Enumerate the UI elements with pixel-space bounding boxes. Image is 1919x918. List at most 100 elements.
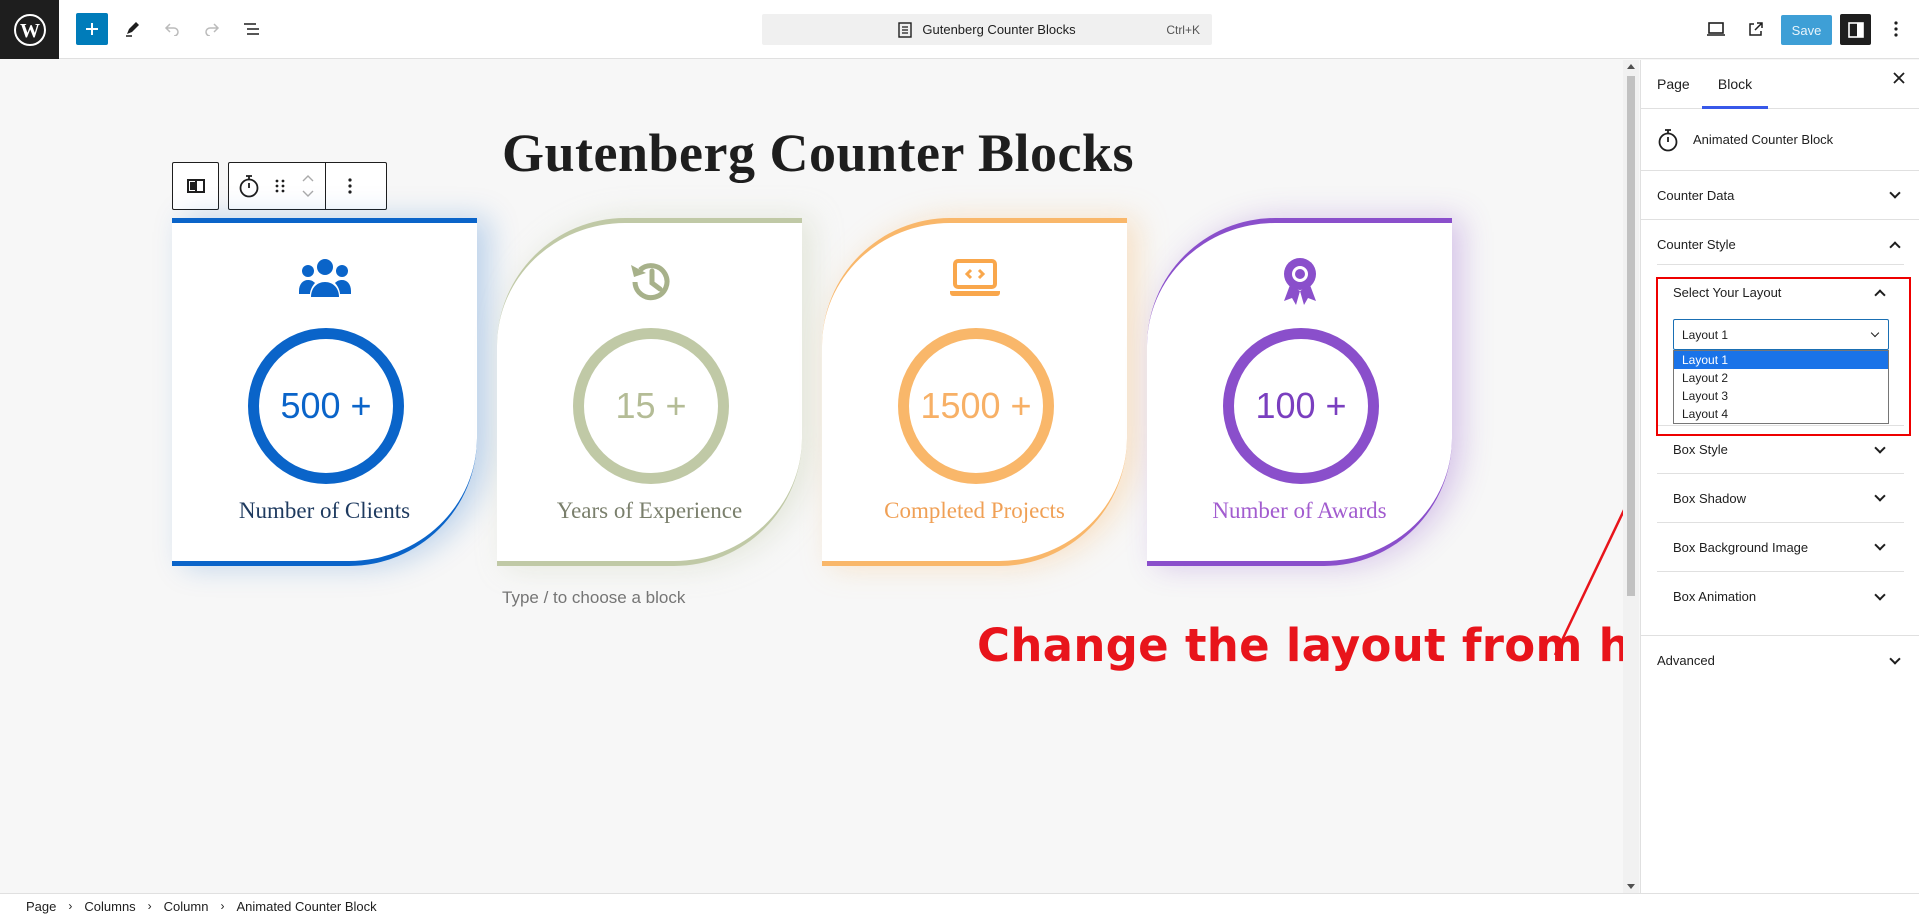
page-title[interactable]: Gutenberg Counter Blocks xyxy=(502,122,1134,184)
undo-icon xyxy=(164,23,179,36)
chevron-right-icon: › xyxy=(68,899,73,913)
chevron-down-icon xyxy=(1889,652,1901,665)
canvas-scrollbar[interactable] xyxy=(1623,60,1639,893)
scroll-down-icon[interactable] xyxy=(1627,884,1635,889)
more-vertical-icon xyxy=(348,178,352,194)
panel-box-shadow[interactable]: Box Shadow xyxy=(1657,474,1904,523)
sidebar-icon xyxy=(1847,21,1864,38)
chevron-down-icon xyxy=(1874,441,1886,454)
chevron-up-icon xyxy=(1889,240,1901,253)
counter-card[interactable]: 1500 + Completed Projects xyxy=(822,218,1127,566)
layout-select[interactable]: Layout 1 xyxy=(1673,319,1889,350)
annotation-arrow-icon xyxy=(1553,509,1623,656)
preview-button[interactable] xyxy=(1700,13,1732,45)
document-overview-button[interactable] xyxy=(236,13,268,45)
view-page-button[interactable] xyxy=(1740,13,1772,45)
tools-button[interactable] xyxy=(116,13,148,45)
panel-counter-style[interactable]: Counter Style xyxy=(1641,220,1919,269)
breadcrumb-item[interactable]: Columns xyxy=(84,899,135,914)
settings-toggle-button[interactable] xyxy=(1840,14,1871,45)
move-down-icon[interactable] xyxy=(302,190,314,197)
counter-card[interactable]: 15 + Years of Experience xyxy=(497,218,802,566)
block-mover xyxy=(291,163,325,209)
page-icon xyxy=(898,21,913,38)
block-appender-placeholder[interactable]: Type / to choose a block xyxy=(502,588,685,608)
panel-title: Counter Data xyxy=(1657,187,1735,203)
layout-dropdown: Layout 1 Layout 2 Layout 3 Layout 4 xyxy=(1673,350,1889,424)
layout-select-value: Layout 1 xyxy=(1682,327,1729,342)
list-view-icon xyxy=(244,23,259,35)
counter-value: 100 + xyxy=(1223,328,1379,484)
panel-box-animation[interactable]: Box Animation xyxy=(1657,572,1904,621)
breadcrumb: Page › Columns › Column › Animated Count… xyxy=(0,893,1919,918)
close-icon xyxy=(1893,72,1905,84)
users-icon xyxy=(172,257,477,299)
panel-title: Counter Style xyxy=(1657,237,1736,252)
chevron-down-icon xyxy=(1874,539,1886,551)
chevron-down-icon xyxy=(1870,328,1880,338)
block-card: Animated Counter Block xyxy=(1641,109,1919,171)
layout-option[interactable]: Layout 4 xyxy=(1674,405,1888,423)
history-icon xyxy=(497,257,802,307)
command-shortcut: Ctrl+K xyxy=(1166,22,1200,37)
panel-title: Box Style xyxy=(1673,442,1728,457)
panel-title: Box Background Image xyxy=(1673,539,1809,555)
options-menu-button[interactable] xyxy=(1880,13,1912,45)
chevron-right-icon: › xyxy=(147,899,152,913)
panel-advanced[interactable]: Advanced xyxy=(1641,636,1919,685)
layout-option[interactable]: Layout 2 xyxy=(1674,369,1888,387)
tab-block[interactable]: Block xyxy=(1702,76,1768,92)
document-title: Gutenberg Counter Blocks xyxy=(922,22,1076,37)
redo-icon xyxy=(205,23,220,36)
document-bar[interactable]: Gutenberg Counter Blocks Ctrl+K xyxy=(762,14,1212,45)
wordpress-icon: W xyxy=(13,13,46,46)
redo-button[interactable] xyxy=(196,13,228,45)
breadcrumb-item[interactable]: Column xyxy=(164,899,209,914)
editor-canvas: Gutenberg Counter Blocks 500 + Number of… xyxy=(0,60,1623,893)
counter-label: Years of Experience xyxy=(556,498,743,523)
columns-icon xyxy=(186,179,205,193)
panel-counter-data[interactable]: Counter Data xyxy=(1641,171,1919,220)
breadcrumb-item: Animated Counter Block xyxy=(236,898,377,914)
drag-handle[interactable] xyxy=(269,163,291,209)
scrollbar-thumb[interactable] xyxy=(1627,76,1635,596)
block-parent-selector[interactable] xyxy=(172,162,219,210)
save-button[interactable]: Save xyxy=(1781,15,1832,45)
close-sidebar-button[interactable] xyxy=(1893,72,1905,84)
chevron-down-icon xyxy=(1874,588,1886,601)
layout-option[interactable]: Layout 1 xyxy=(1674,351,1888,369)
counter-label: Number of Awards xyxy=(1212,498,1387,523)
block-type-button[interactable] xyxy=(229,163,269,209)
counter-value: 15 + xyxy=(573,328,729,484)
laptop-code-icon xyxy=(822,257,1127,297)
drag-handle-icon xyxy=(275,179,285,193)
stopwatch-icon xyxy=(1658,128,1678,151)
block-options-button[interactable] xyxy=(326,163,374,209)
desktop-icon xyxy=(1707,22,1725,36)
tab-page[interactable]: Page xyxy=(1657,76,1690,92)
counter-value: 500 + xyxy=(248,328,404,484)
wordpress-logo-button[interactable]: W xyxy=(0,0,59,59)
breadcrumb-item[interactable]: Page xyxy=(26,899,56,914)
settings-sidebar: Page Block Animated Counter Block Counte… xyxy=(1640,60,1919,893)
panel-box-background-image[interactable]: Box Background Image xyxy=(1657,523,1904,572)
layout-option[interactable]: Layout 3 xyxy=(1674,387,1888,405)
panel-title: Advanced xyxy=(1657,653,1715,668)
add-block-button[interactable] xyxy=(76,13,108,45)
counter-card[interactable]: 100 + Number of Awards xyxy=(1147,218,1452,566)
undo-button[interactable] xyxy=(156,13,188,45)
move-up-icon[interactable] xyxy=(302,175,314,182)
sidebar-tabs: Page Block xyxy=(1641,60,1919,109)
top-toolbar: W Gutenberg Counter Blocks Ctrl+K Save xyxy=(0,0,1919,59)
chevron-down-icon xyxy=(1889,187,1901,199)
counter-value: 1500 + xyxy=(898,328,1054,484)
chevron-down-icon xyxy=(1874,490,1886,502)
counter-card[interactable]: 500 + Number of Clients xyxy=(172,218,477,566)
counter-label: Completed Projects xyxy=(884,498,1065,523)
stopwatch-icon xyxy=(239,175,259,198)
annotation-text: Change the layout from here xyxy=(977,619,1623,672)
chevron-right-icon: › xyxy=(220,899,225,913)
block-toolbar xyxy=(228,162,387,210)
scroll-up-icon[interactable] xyxy=(1627,64,1635,69)
block-name: Animated Counter Block xyxy=(1693,132,1834,147)
